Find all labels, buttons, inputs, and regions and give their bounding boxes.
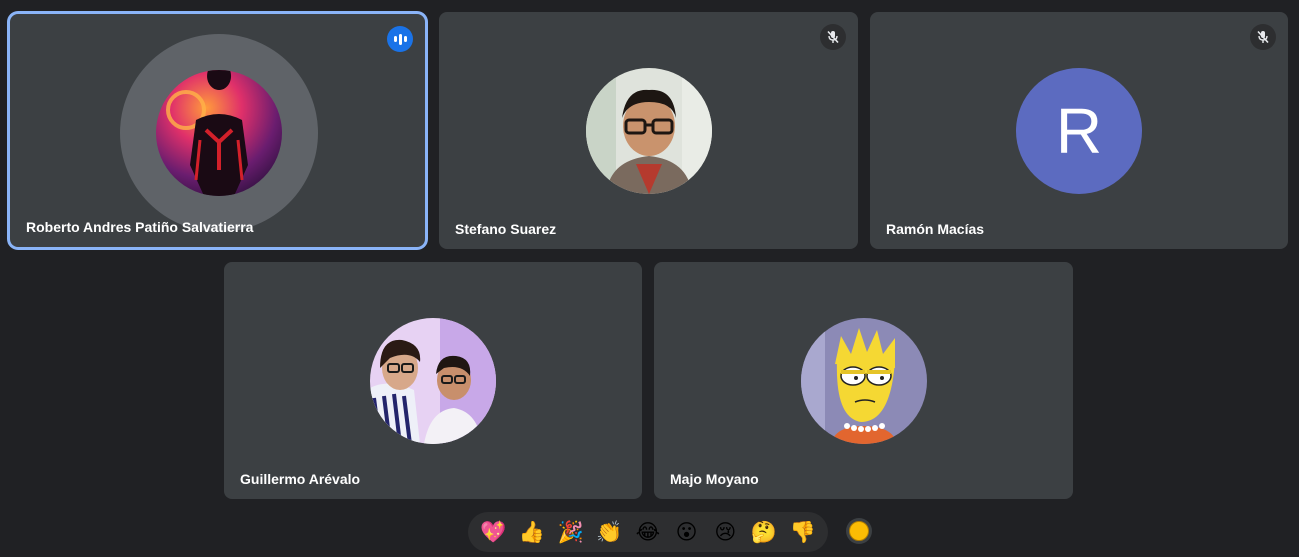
participant-tile-roberto[interactable]: Roberto Andres Patiño Salvatierra	[10, 14, 425, 247]
reaction-surprised[interactable]: 😮	[673, 518, 701, 546]
participant-tile-stefano[interactable]: Stefano Suarez	[439, 12, 858, 249]
couple-photo-avatar-icon	[370, 318, 496, 444]
reaction-thumbs-up[interactable]: 👍	[518, 518, 546, 546]
participant-name: Ramón Macías	[886, 221, 985, 237]
participant-tile-guillermo[interactable]: Guillermo Arévalo	[224, 262, 642, 499]
reaction-tears-of-joy[interactable]: 😂	[634, 518, 662, 546]
person-photo-avatar-icon	[586, 68, 712, 194]
speaking-indicator-icon	[387, 26, 413, 52]
participant-name: Majo Moyano	[670, 471, 759, 487]
reactions-bar: 💖 👍 🎉 👏 😂 😮 😢 🤔 👎	[468, 512, 828, 552]
reaction-party-popper[interactable]: 🎉	[557, 518, 585, 546]
lisa-cartoon-avatar-icon	[801, 318, 927, 444]
reaction-crying[interactable]: 😢	[711, 518, 739, 546]
mic-off-icon	[820, 24, 846, 50]
spiderman-avatar-icon	[156, 70, 282, 196]
reaction-clapping[interactable]: 👏	[595, 518, 623, 546]
participant-tile-ramon[interactable]: R Ramón Macías	[870, 12, 1288, 249]
skin-tone-swatch-icon	[849, 521, 869, 541]
mic-off-icon	[1250, 24, 1276, 50]
participant-name: Roberto Andres Patiño Salvatierra	[26, 219, 254, 235]
participant-name: Guillermo Arévalo	[240, 471, 361, 487]
participant-name: Stefano Suarez	[455, 221, 557, 237]
reaction-sparkling-heart[interactable]: 💖	[479, 518, 507, 546]
letter-avatar: R	[1016, 68, 1142, 194]
participant-tile-majo[interactable]: Majo Moyano	[654, 262, 1073, 499]
skin-tone-picker-button[interactable]	[846, 518, 872, 544]
reaction-thinking[interactable]: 🤔	[750, 518, 778, 546]
reaction-thumbs-down[interactable]: 👎	[789, 518, 817, 546]
